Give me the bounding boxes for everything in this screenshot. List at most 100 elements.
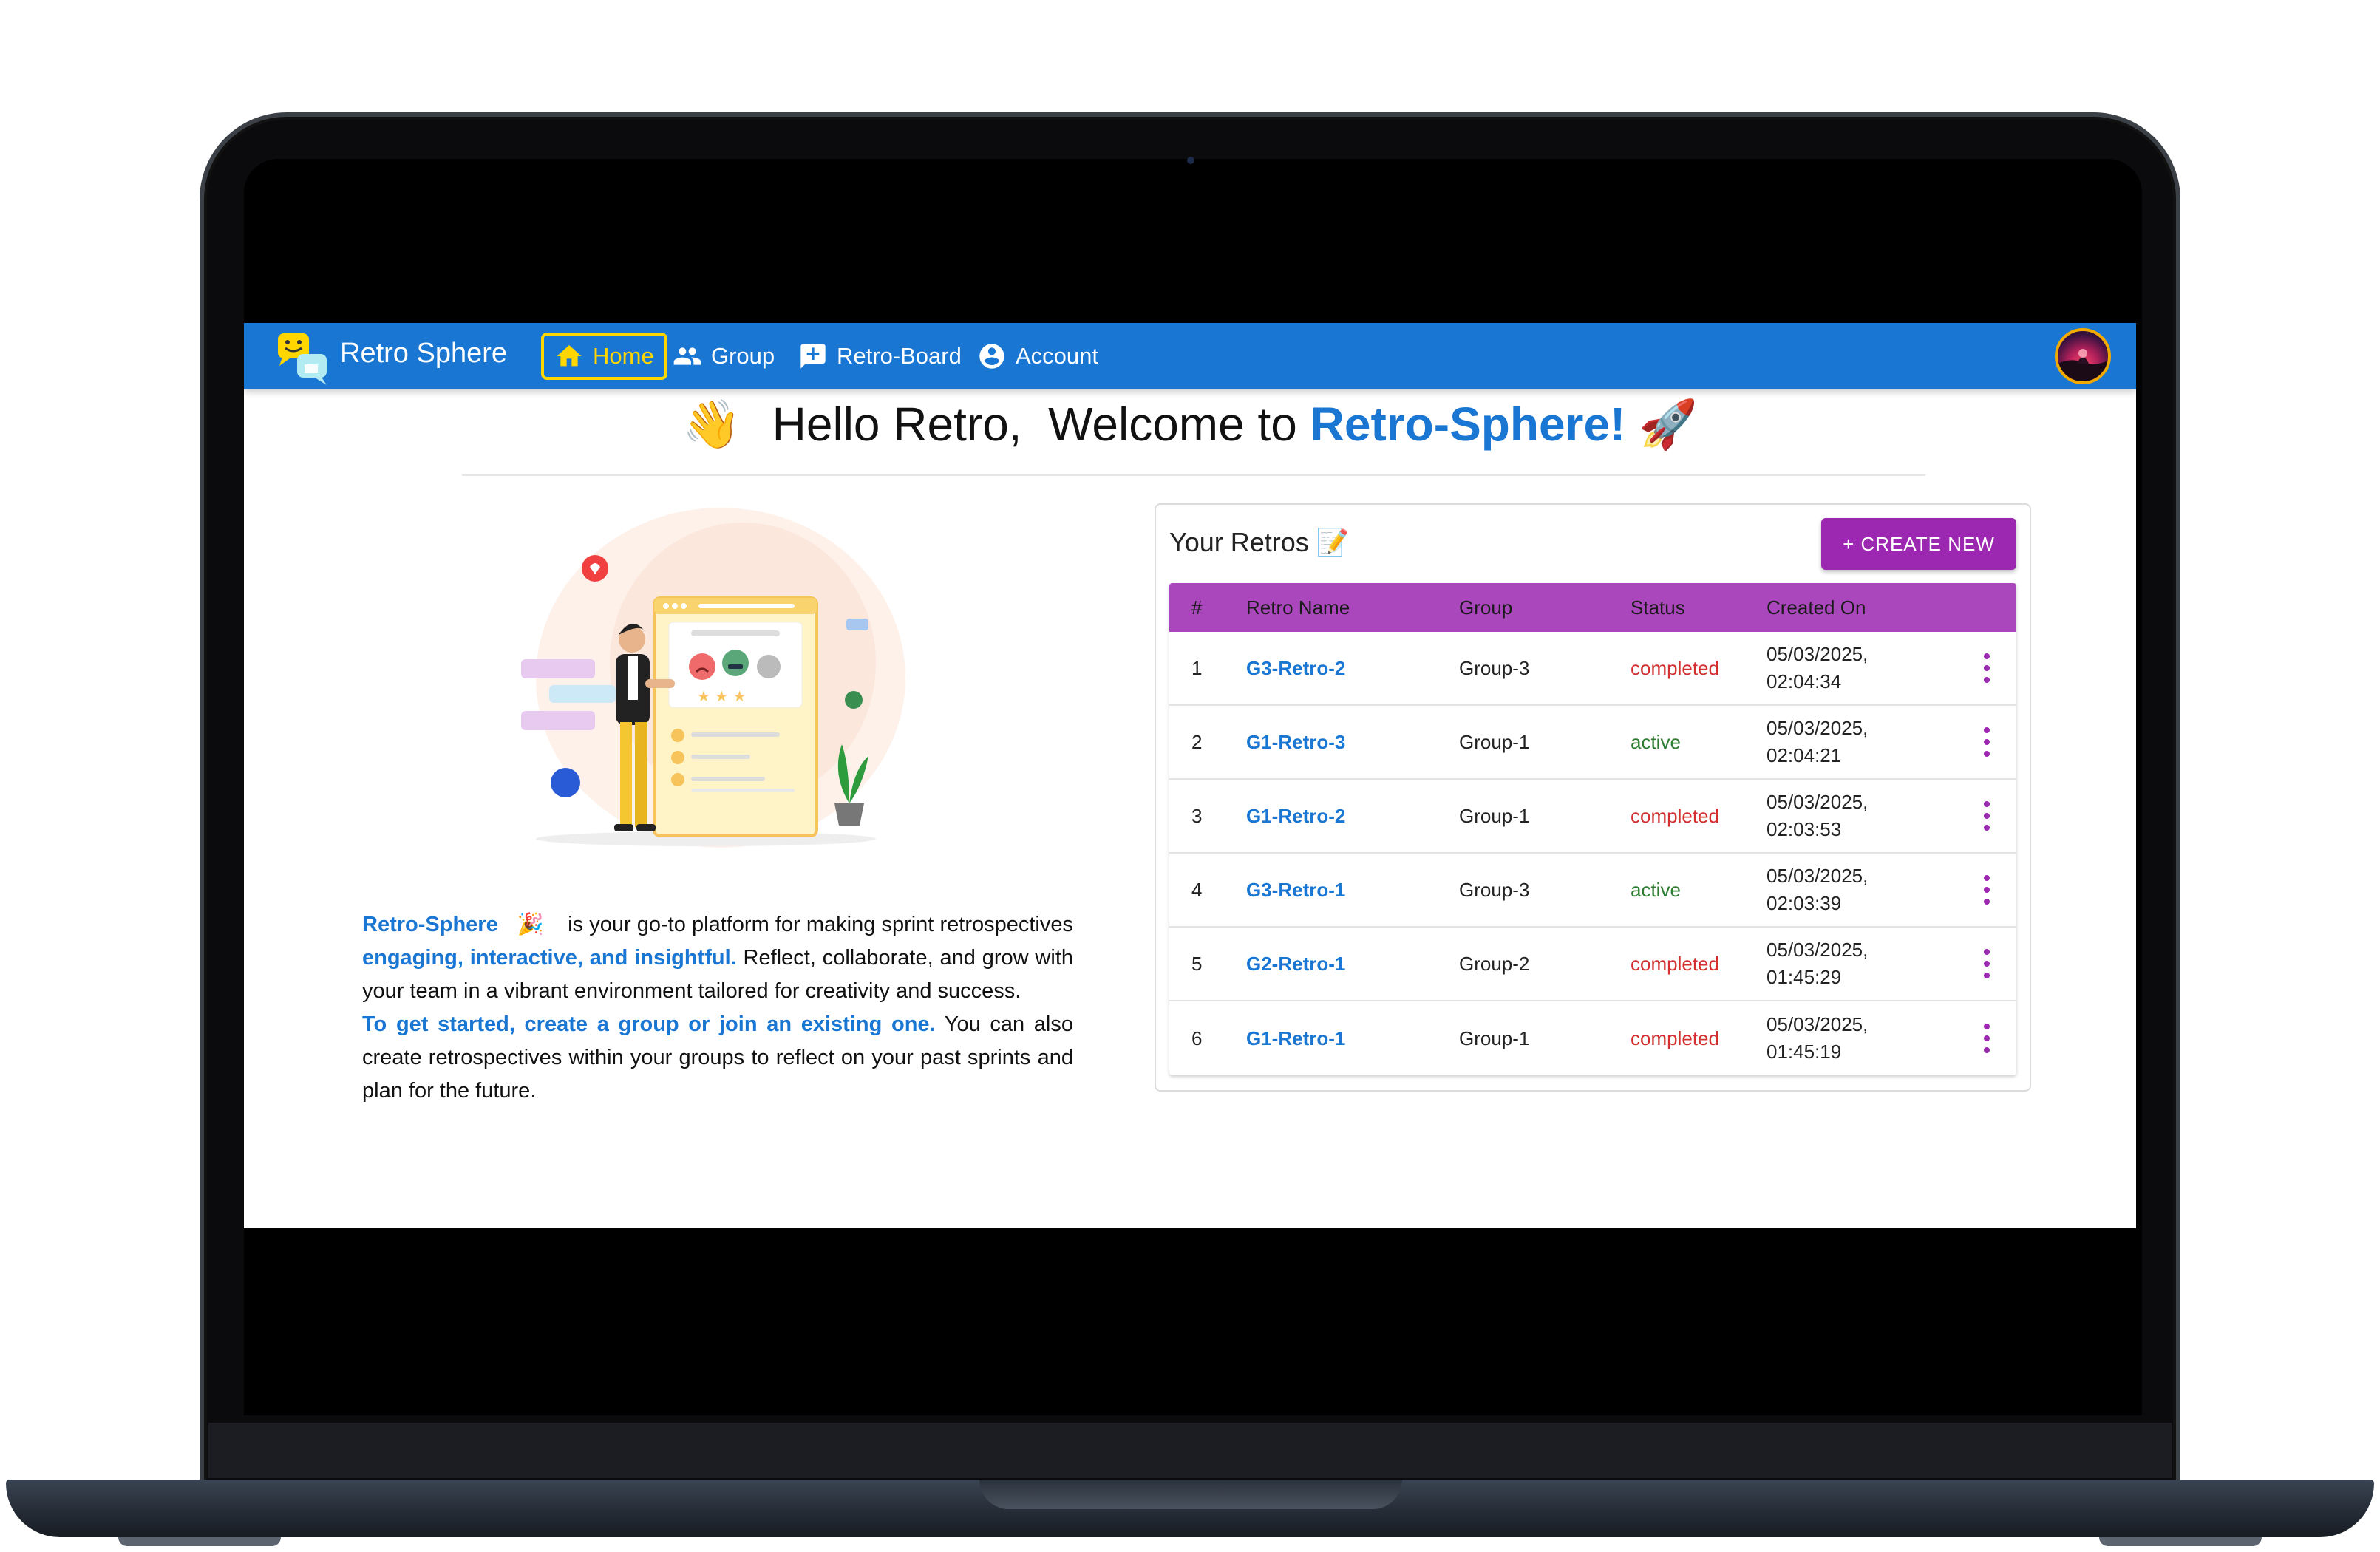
nav-home-label: Home — [593, 343, 654, 369]
intro-highlight: engaging, interactive, and insightful. — [362, 946, 737, 970]
status-text: active — [1631, 730, 1681, 753]
retro-name-link[interactable]: G1-Retro-1 — [1246, 1027, 1459, 1050]
created-on: 05/03/2025, 02:04:21 — [1767, 715, 1957, 769]
top-navbar: Retro Sphere Home Group Retro-Board Acco… — [244, 323, 2136, 389]
created-time: 02:03:53 — [1767, 818, 1842, 840]
row-number: 1 — [1191, 656, 1203, 679]
table-row[interactable]: 3 G1-Retro-2 Group-1 completed 05/03/202… — [1169, 780, 2016, 854]
row-number: 5 — [1191, 952, 1203, 975]
laptop-mockup: Retro Sphere Home Group Retro-Board Acco… — [0, 0, 2380, 1552]
row-number: 2 — [1191, 730, 1203, 753]
col-status: Status — [1631, 596, 1685, 619]
row-group: Group-2 — [1459, 952, 1530, 975]
camera-icon — [1187, 157, 1194, 164]
created-on: 05/03/2025, 01:45:29 — [1767, 936, 1957, 991]
more-vert-icon — [1983, 1024, 1990, 1053]
divider — [462, 474, 1925, 476]
row-number: 3 — [1191, 804, 1203, 827]
retro-name-link[interactable]: G3-Retro-2 — [1246, 657, 1459, 680]
retro-name-link[interactable]: G3-Retro-1 — [1246, 879, 1459, 902]
col-number: # — [1191, 596, 1203, 619]
app-screen: Retro Sphere Home Group Retro-Board Acco… — [244, 323, 2136, 1228]
home-icon — [557, 345, 582, 367]
rocket-emoji: 🚀 — [1639, 398, 1698, 451]
row-number: 4 — [1191, 878, 1203, 901]
table-row[interactable]: 6 G1-Retro-1 Group-1 completed 05/03/202… — [1169, 1001, 2016, 1075]
table-row[interactable]: 2 G1-Retro-3 Group-1 active 05/03/2025, 0… — [1169, 706, 2016, 780]
row-group: Group-3 — [1459, 878, 1530, 901]
more-vert-icon — [1983, 875, 1990, 905]
welcome-brand: Retro-Sphere! — [1310, 398, 1626, 451]
your-retros-card: Your Retros 📝 + CREATE NEW # Retro Name … — [1155, 503, 2031, 1092]
retro-board-icon — [800, 344, 826, 369]
welcome-heading: 👋 Hello Retro, Welcome to Retro-Sphere! … — [244, 397, 2136, 452]
intro-text-1: is your go-to platform for making sprint… — [562, 913, 1074, 936]
retros-table: # Retro Name Group Status Created On 1 G… — [1169, 583, 2016, 1075]
nav-account[interactable]: Account — [967, 333, 1109, 380]
table-header: # Retro Name Group Status Created On — [1169, 583, 2016, 632]
nav-account-label: Account — [1016, 343, 1099, 369]
row-group: Group-1 — [1459, 804, 1530, 827]
created-on: 05/03/2025, 02:03:39 — [1767, 862, 1957, 917]
group-icon — [673, 347, 701, 365]
created-time: 01:45:19 — [1767, 1041, 1842, 1063]
col-group: Group — [1459, 596, 1513, 619]
row-menu-button[interactable] — [1957, 653, 2016, 683]
row-group: Group-1 — [1459, 730, 1530, 753]
created-date: 05/03/2025, — [1767, 939, 1869, 961]
row-group: Group-3 — [1459, 656, 1530, 679]
created-date: 05/03/2025, — [1767, 643, 1869, 665]
user-avatar[interactable] — [2055, 328, 2111, 384]
row-menu-button[interactable] — [1957, 949, 2016, 978]
more-vert-icon — [1983, 949, 1990, 978]
created-date: 05/03/2025, — [1767, 717, 1869, 739]
row-menu-button[interactable] — [1957, 801, 2016, 831]
svg-text:★ ★ ★: ★ ★ ★ — [697, 687, 747, 705]
nav-home[interactable]: Home — [541, 333, 667, 380]
created-time: 02:03:39 — [1767, 892, 1842, 914]
row-group: Group-1 — [1459, 1027, 1530, 1049]
col-created-on: Created On — [1767, 596, 1866, 619]
avatar-landscape-icon — [2058, 349, 2108, 381]
intro-brand: Retro-Sphere — [362, 913, 498, 936]
nav-retro-board-label: Retro-Board — [837, 343, 962, 369]
status-text: active — [1631, 878, 1681, 901]
create-new-button[interactable]: + CREATE NEW — [1821, 518, 2016, 570]
wave-emoji: 👋 — [682, 398, 741, 451]
intro-description: Retro-Sphere 🎉 is your go-to platform fo… — [362, 908, 1073, 1108]
retro-name-link[interactable]: G1-Retro-3 — [1246, 731, 1459, 754]
col-retro-name: Retro Name — [1246, 596, 1350, 619]
created-time: 01:45:29 — [1767, 966, 1842, 988]
table-row[interactable]: 5 G2-Retro-1 Group-2 completed 05/03/202… — [1169, 928, 2016, 1001]
status-text: completed — [1631, 804, 1719, 827]
created-time: 02:04:21 — [1767, 744, 1842, 766]
laptop-foot-right — [2099, 1537, 2262, 1546]
row-menu-button[interactable] — [1957, 875, 2016, 905]
nav-group-label: Group — [711, 343, 775, 369]
table-row[interactable]: 1 G3-Retro-2 Group-3 completed 05/03/202… — [1169, 632, 2016, 706]
more-vert-icon — [1983, 801, 1990, 831]
brand-title[interactable]: Retro Sphere — [340, 338, 507, 370]
created-on: 05/03/2025, 01:45:19 — [1767, 1011, 1957, 1066]
welcome-prefix: Hello Retro, Welcome to — [772, 398, 1310, 451]
created-on: 05/03/2025, 02:04:34 — [1767, 641, 1957, 695]
retro-name-link[interactable]: G1-Retro-2 — [1246, 805, 1459, 828]
nav-group[interactable]: Group — [662, 333, 785, 380]
nav-retro-board[interactable]: Retro-Board — [788, 333, 972, 380]
laptop-bezel-bottom — [208, 1423, 2172, 1478]
row-number: 6 — [1191, 1027, 1203, 1049]
table-row[interactable]: 4 G3-Retro-1 Group-3 active 05/03/2025, 0… — [1169, 854, 2016, 928]
row-menu-button[interactable] — [1957, 1024, 2016, 1053]
laptop-foot-left — [118, 1537, 281, 1546]
status-text: completed — [1631, 952, 1719, 975]
account-circle-icon — [979, 344, 1004, 369]
card-title: Your Retros 📝 — [1169, 527, 1350, 557]
row-menu-button[interactable] — [1957, 727, 2016, 757]
created-date: 05/03/2025, — [1767, 791, 1869, 813]
more-vert-icon — [1983, 653, 1990, 683]
more-vert-icon — [1983, 727, 1990, 757]
created-time: 02:04:34 — [1767, 670, 1842, 692]
retro-name-link[interactable]: G2-Retro-1 — [1246, 953, 1459, 976]
created-on: 05/03/2025, 02:03:53 — [1767, 789, 1957, 843]
retro-sphere-logo-icon[interactable] — [275, 329, 333, 387]
